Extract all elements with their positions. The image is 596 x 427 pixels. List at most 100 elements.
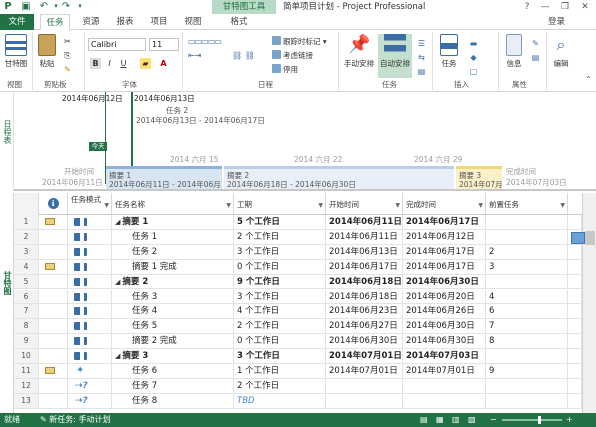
timeline-bar-summary-3[interactable]: 摘要 3 2014年07月01日	[456, 166, 502, 189]
task-name-cell[interactable]: 任务 7	[112, 378, 234, 394]
header-indicators[interactable]: ℹ	[39, 193, 68, 215]
collapse-triangle-icon[interactable]: ◢	[115, 218, 120, 226]
task-pred-cell[interactable]	[486, 349, 568, 364]
note-icon[interactable]	[45, 262, 55, 270]
table-row[interactable]: 4 摘要 1 完成 0 个工作日 2014年06月17日 2014年06月17日 3	[14, 259, 582, 275]
table-row[interactable]: 7 任务 4 4 个工作日 2014年06月23日 2014年06月26日 6	[14, 304, 582, 320]
table-row[interactable]: 3 任务 2 3 个工作日 2014年06月13日 2014年06月17日 2	[14, 244, 582, 260]
task-finish-cell[interactable]: 2014年06月12日	[403, 229, 486, 245]
task-name-cell[interactable]: 任务 2	[112, 244, 234, 260]
header-finish[interactable]: 完成时间 ▼	[403, 193, 486, 215]
indicator-cell[interactable]	[39, 349, 68, 364]
italic-button[interactable]: I	[104, 58, 115, 69]
task-name-cell[interactable]: 任务 8	[112, 393, 234, 409]
notes-icon[interactable]: ✎	[530, 38, 541, 49]
task-start-cell[interactable]: 2014年06月13日	[326, 244, 403, 260]
task-mode-cell[interactable]	[68, 319, 112, 335]
task-pred-cell[interactable]	[486, 229, 568, 245]
cut-icon[interactable]: ✂	[62, 36, 73, 47]
task-mode-cell[interactable]	[68, 259, 112, 275]
task-start-cell[interactable]	[326, 378, 403, 394]
edit-button[interactable]: ⌕ 编辑	[550, 34, 572, 78]
task-pred-cell[interactable]	[486, 274, 568, 290]
task-duration-cell[interactable]: 0 个工作日	[234, 259, 326, 275]
task-duration-cell[interactable]: 3 个工作日	[234, 289, 326, 305]
task-finish-cell[interactable]: 2014年07月01日	[403, 364, 486, 379]
task-duration-cell[interactable]: 4 个工作日	[234, 304, 326, 320]
zoom-slider-thumb[interactable]	[538, 416, 541, 424]
insert-deliverable-icon[interactable]: ▢	[468, 66, 479, 77]
tab-report[interactable]: 报表	[112, 14, 138, 30]
task-mode-cell[interactable]: ⇢?	[68, 393, 112, 409]
task-duration-cell[interactable]: TBD	[234, 393, 326, 409]
font-name-select[interactable]: Calibri	[88, 38, 146, 51]
insert-summary-icon[interactable]: ▬	[468, 38, 479, 49]
task-finish-cell[interactable]: 2014年06月30日	[403, 334, 486, 350]
tab-file[interactable]: 文件	[0, 14, 34, 30]
header-start[interactable]: 开始时间 ▼	[326, 193, 403, 215]
link-icons[interactable]: ⛓ ⛓	[232, 50, 262, 61]
tab-format[interactable]: 格式	[226, 14, 252, 30]
view-report-icon[interactable]: ▧	[468, 413, 476, 427]
percent-complete-icons[interactable]: ▭▭▭▭▭	[188, 36, 258, 47]
indicator-cell[interactable]	[39, 334, 68, 350]
inspect-icon[interactable]: ☰	[416, 38, 427, 49]
task-mode-cell[interactable]	[68, 244, 112, 260]
task-duration-cell[interactable]: 5 个工作日	[234, 215, 326, 230]
vertical-scrollbar[interactable]	[582, 193, 596, 413]
indicator-cell[interactable]	[39, 229, 68, 245]
task-finish-cell[interactable]: 2014年06月30日	[403, 319, 486, 335]
help-button[interactable]: ?	[520, 0, 534, 14]
task-finish-cell[interactable]: 2014年06月26日	[403, 304, 486, 320]
zoom-slider[interactable]	[502, 419, 562, 421]
task-pred-cell[interactable]: 2	[486, 244, 568, 260]
table-row[interactable]: 5 ◢ 摘要 29 个工作日 2014年06月18日 2014年06月30日	[14, 274, 582, 290]
tab-project[interactable]: 项目	[146, 14, 172, 30]
font-color-button[interactable]: A	[158, 58, 169, 69]
task-mode-cell[interactable]	[68, 349, 112, 364]
task-name-cell[interactable]: ◢ 摘要 1	[112, 215, 234, 230]
task-start-cell[interactable]: 2014年06月30日	[326, 334, 403, 350]
view-team-icon[interactable]: ▥	[452, 413, 460, 427]
insert-task-button[interactable]: 任务	[436, 34, 462, 78]
task-pred-cell[interactable]	[486, 215, 568, 230]
view-usage-icon[interactable]: ▦	[436, 413, 444, 427]
task-name-cell[interactable]: 任务 1	[112, 229, 234, 245]
task-mode-cell[interactable]	[68, 334, 112, 350]
header-duration[interactable]: 工期 ▼	[234, 193, 326, 215]
task-start-cell[interactable]	[326, 393, 403, 409]
task-name-cell[interactable]: 任务 5	[112, 319, 234, 335]
task-finish-cell[interactable]: 2014年06月17日	[403, 259, 486, 275]
task-name-cell[interactable]: ◢ 摘要 2	[112, 274, 234, 290]
minimize-button[interactable]: —	[538, 0, 552, 14]
task-pred-cell[interactable]: 9	[486, 364, 568, 379]
task-start-cell[interactable]: 2014年07月01日	[326, 364, 403, 379]
table-row[interactable]: 2 任务 1 2 个工作日 2014年06月11日 2014年06月12日	[14, 229, 582, 245]
task-duration-cell[interactable]: 1 个工作日	[234, 364, 326, 379]
save-icon[interactable]: ▣	[20, 1, 32, 12]
task-mode-cell[interactable]	[68, 304, 112, 320]
move-icon[interactable]: ⇆	[416, 52, 427, 63]
header-task-mode[interactable]: 任务模式 ▼	[68, 193, 112, 215]
tab-task[interactable]: 任务	[40, 14, 70, 31]
indicator-cell[interactable]	[39, 215, 68, 230]
task-start-cell[interactable]: 2014年06月23日	[326, 304, 403, 320]
font-size-select[interactable]: 11	[149, 38, 179, 51]
table-row[interactable]: 11 ✦ 任务 6 1 个工作日 2014年07月01日 2014年07月01日 9	[14, 364, 582, 379]
auto-schedule-button[interactable]: 自动安排	[378, 34, 412, 78]
restore-button[interactable]: ❐	[558, 0, 572, 14]
respect-links-button[interactable]: 考虑链接	[272, 50, 313, 61]
indicator-cell[interactable]	[39, 304, 68, 320]
note-icon[interactable]	[45, 218, 55, 225]
task-pred-cell[interactable]: 7	[486, 319, 568, 335]
header-task-name[interactable]: 任务名称 ▼	[112, 193, 234, 215]
zoom-in-icon[interactable]: +	[566, 413, 573, 427]
indicator-cell[interactable]	[39, 259, 68, 275]
task-name-cell[interactable]: 任务 3	[112, 289, 234, 305]
tab-view[interactable]: 视图	[180, 14, 206, 30]
task-mode-cell[interactable]: ✦	[68, 364, 112, 379]
table-row[interactable]: 10 ◢ 摘要 33 个工作日 2014年07月01日 2014年07月03日	[14, 349, 582, 364]
task-duration-cell[interactable]: 9 个工作日	[234, 274, 326, 290]
indicator-cell[interactable]	[39, 378, 68, 394]
collapse-triangle-icon[interactable]: ◢	[115, 278, 120, 286]
